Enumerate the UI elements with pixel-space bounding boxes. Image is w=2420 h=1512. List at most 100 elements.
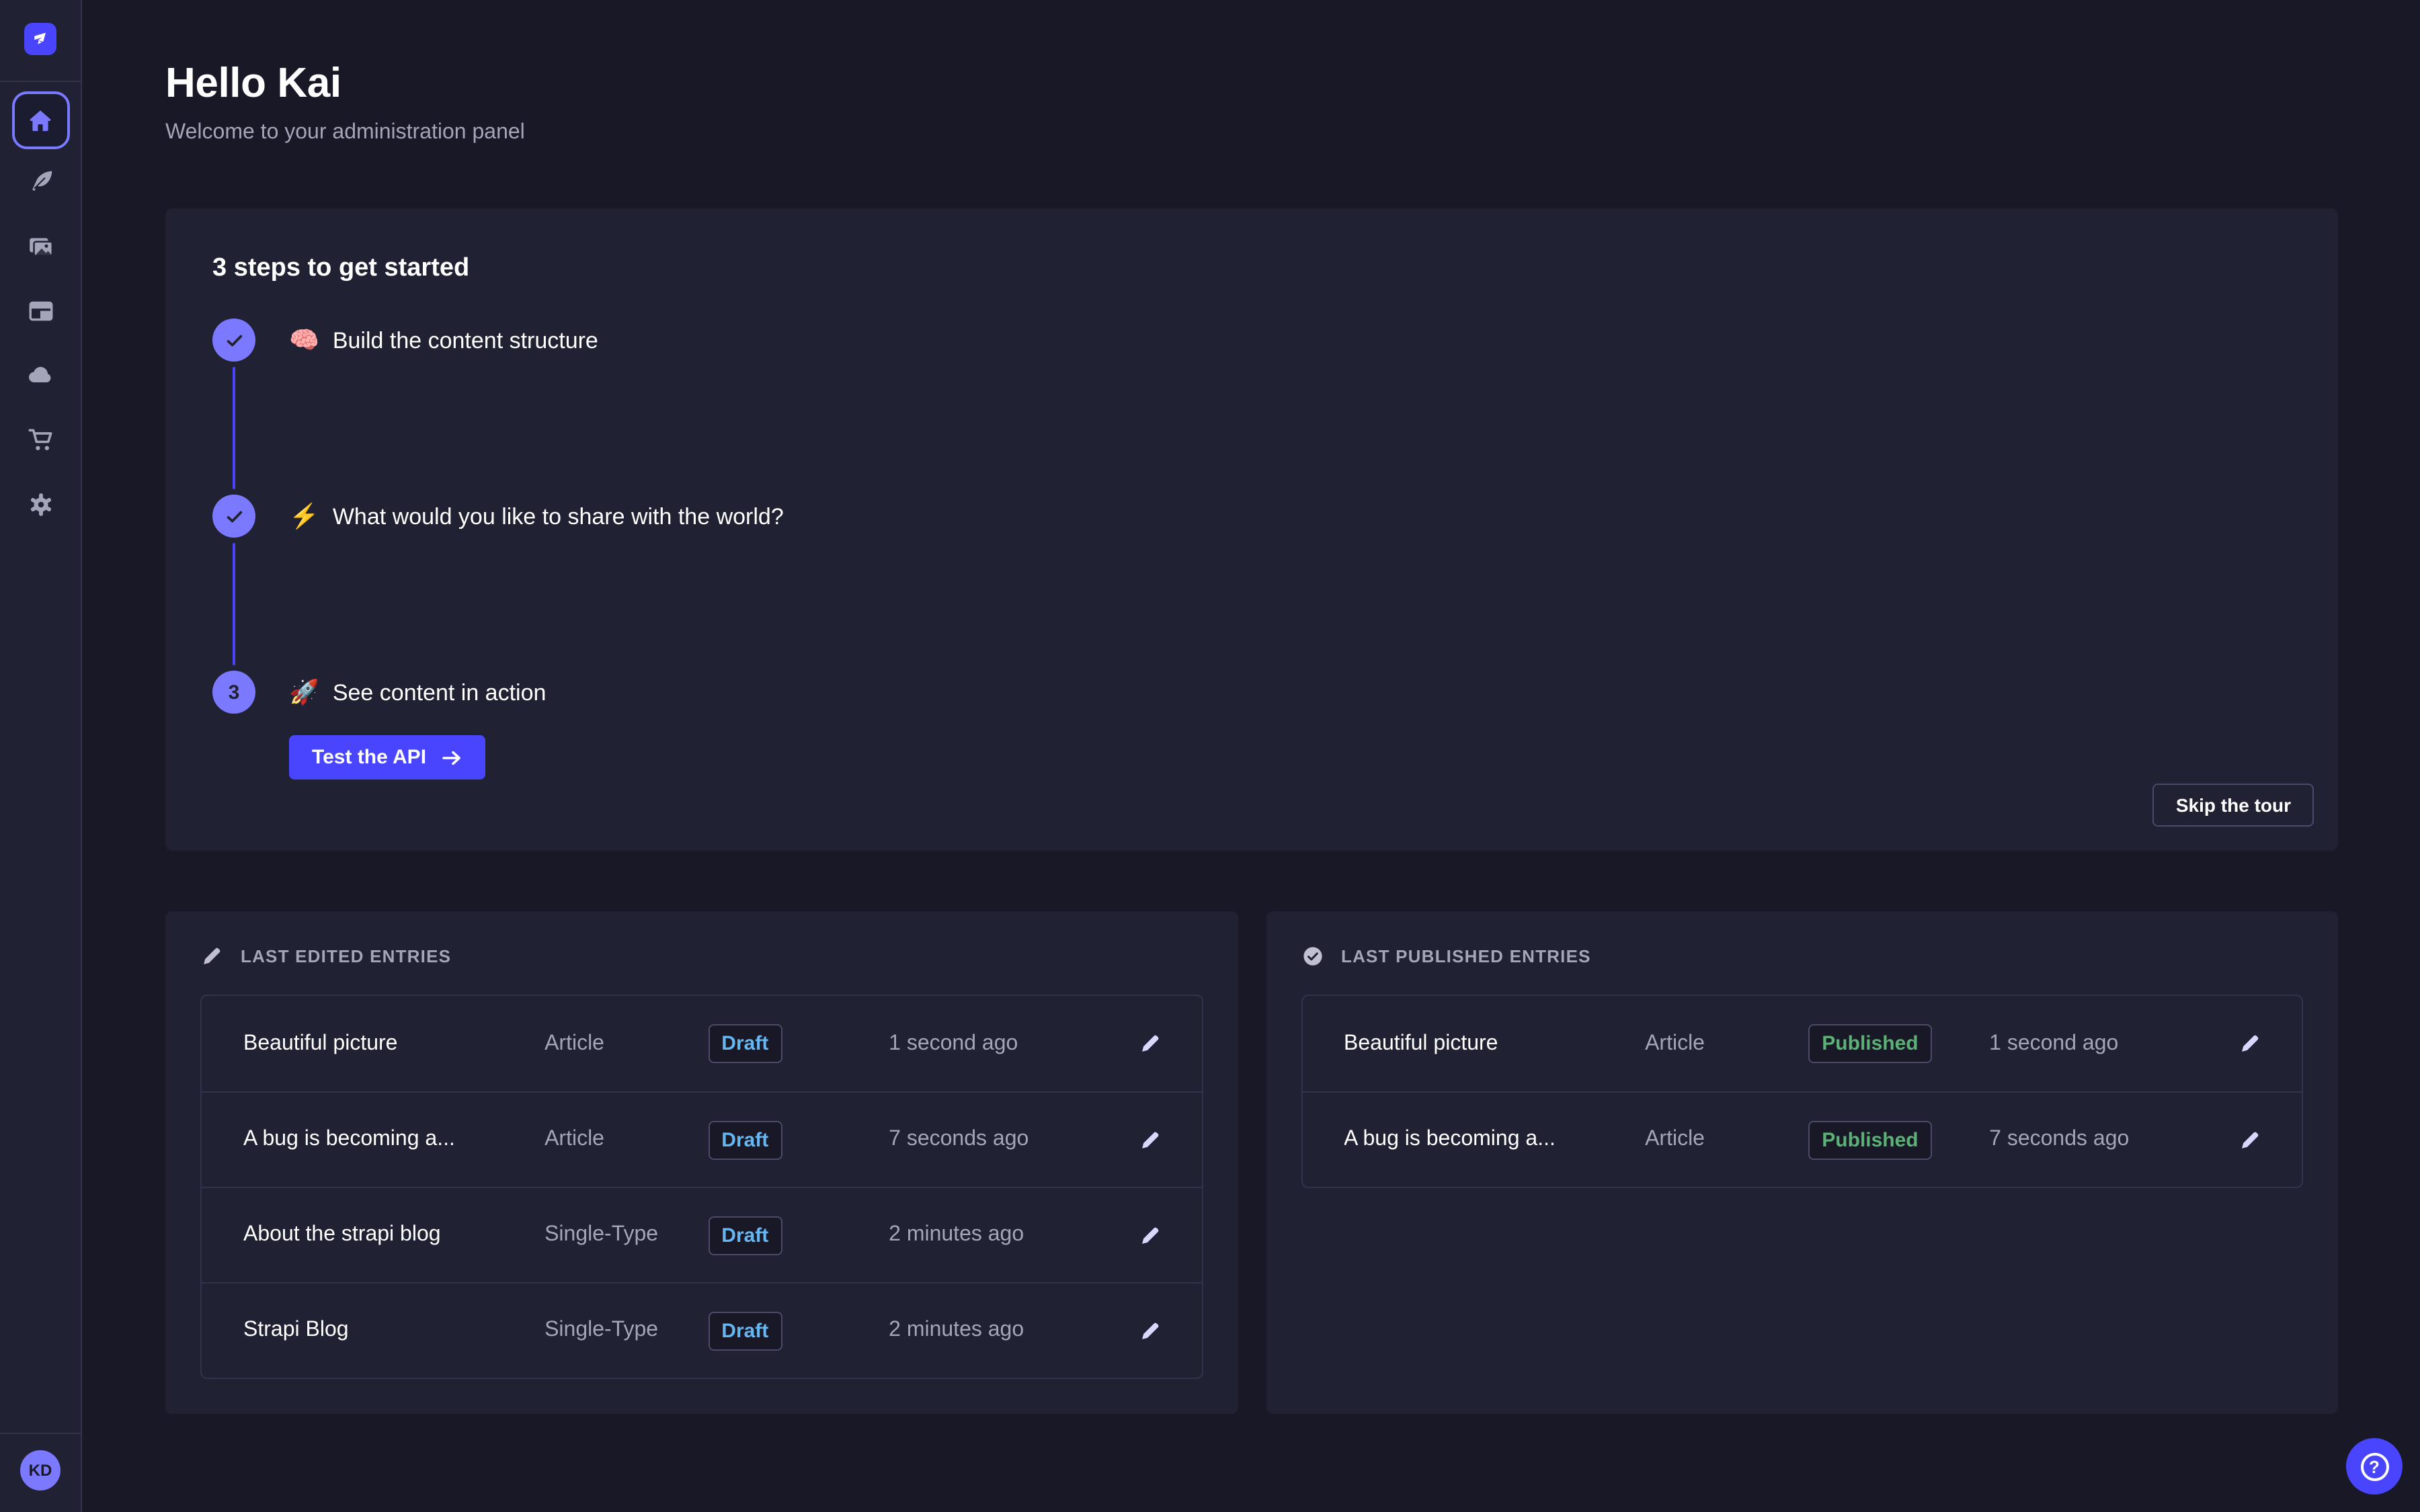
last-published-header: LAST PUBLISHED ENTRIES <box>1301 945 2303 968</box>
entry-kind: Article <box>544 1128 708 1152</box>
table-row: Strapi Blog Single-Type Draft 2 minutes … <box>202 1282 1201 1378</box>
sidebar-item-content-manager[interactable] <box>11 149 70 214</box>
entry-name: Strapi Blog <box>243 1318 544 1343</box>
pencil-icon <box>200 945 223 968</box>
entry-name: Beautiful picture <box>243 1032 544 1056</box>
skip-the-tour-button[interactable]: Skip the tour <box>2153 784 2314 827</box>
entry-name: About the strapi blog <box>243 1223 544 1247</box>
pencil-icon <box>2239 1128 2262 1151</box>
table-row: A bug is becoming a... Article Published… <box>1302 1091 2302 1187</box>
edit-entry-button[interactable] <box>1129 1214 1172 1257</box>
last-edited-table: Beautiful picture Article Draft 1 second… <box>200 995 1203 1379</box>
feather-icon <box>26 167 54 196</box>
lightning-emoji: ⚡ <box>289 503 319 530</box>
status-badge: Published <box>1808 1024 1931 1063</box>
pencil-icon <box>1139 1032 1162 1055</box>
help-button[interactable]: ? <box>2346 1438 2403 1495</box>
test-the-api-button[interactable]: Test the API <box>289 735 485 780</box>
guided-tour-steps: 🧠Build the content structure <box>212 319 2291 780</box>
brain-emoji: 🧠 <box>289 327 319 353</box>
step-1-done-circle <box>212 319 255 362</box>
entry-name: A bug is becoming a... <box>1344 1128 1645 1152</box>
entry-kind: Article <box>544 1032 708 1056</box>
sidebar: KD <box>0 0 82 1512</box>
sidebar-bottom: KD <box>0 1433 81 1512</box>
entry-kind: Single-Type <box>544 1223 708 1247</box>
pencil-icon <box>1139 1319 1162 1342</box>
entries-panels: LAST EDITED ENTRIES Beautiful picture Ar… <box>165 911 2338 1414</box>
step-2-body: ⚡What would you like to share with the w… <box>255 495 784 671</box>
last-edited-title: LAST EDITED ENTRIES <box>241 946 451 966</box>
edit-entry-button[interactable] <box>1129 1022 1172 1065</box>
status-badge: Draft <box>708 1311 782 1350</box>
rocket-emoji: 🚀 <box>289 679 319 706</box>
table-row: About the strapi blog Single-Type Draft … <box>202 1187 1201 1282</box>
step-3-rail: 3 <box>212 671 255 780</box>
strapi-logo-glyph <box>31 30 50 48</box>
entry-kind: Single-Type <box>544 1318 708 1343</box>
step-1-rail <box>212 319 255 495</box>
table-row: Beautiful picture Article Draft 1 second… <box>202 996 1201 1091</box>
home-icon <box>27 107 54 134</box>
gear-icon <box>26 490 54 518</box>
table-row: Beautiful picture Article Published 1 se… <box>1302 996 2302 1091</box>
sidebar-item-media-library[interactable] <box>11 214 70 278</box>
tour-step-3: 3 🚀See content in action Test the API <box>212 671 2291 780</box>
entry-time: 7 seconds ago <box>889 1128 1113 1152</box>
entry-time: 1 second ago <box>889 1032 1113 1056</box>
step-3-label: 🚀See content in action <box>289 671 546 715</box>
sidebar-item-home[interactable] <box>11 91 69 149</box>
step-3-number: 3 <box>229 681 240 704</box>
edit-entry-button[interactable] <box>2229 1022 2272 1065</box>
entry-time: 7 seconds ago <box>1989 1128 2213 1152</box>
step-2-label: ⚡What would you like to share with the w… <box>289 495 784 539</box>
page-subtitle: Welcome to your administration panel <box>165 121 2420 145</box>
sidebar-item-deploy[interactable] <box>11 343 70 407</box>
user-avatar[interactable]: KD <box>20 1450 61 1490</box>
step-connector <box>233 367 235 489</box>
edit-entry-button[interactable] <box>1129 1118 1172 1161</box>
sidebar-nav <box>0 82 81 536</box>
entry-name: Beautiful picture <box>1344 1032 1645 1056</box>
question-circle-icon: ? <box>2360 1452 2388 1480</box>
sidebar-item-content-type-builder[interactable] <box>11 278 70 343</box>
last-published-panel: LAST PUBLISHED ENTRIES Beautiful picture… <box>1266 911 2338 1414</box>
edit-entry-button[interactable] <box>1129 1309 1172 1352</box>
table-row: A bug is becoming a... Article Draft 7 s… <box>202 1091 1201 1187</box>
cloud-icon <box>26 360 55 390</box>
pencil-icon <box>1139 1128 1162 1151</box>
entry-name: A bug is becoming a... <box>243 1128 544 1152</box>
pencil-icon <box>1139 1224 1162 1247</box>
entry-time: 2 minutes ago <box>889 1223 1113 1247</box>
step-3-body: 🚀See content in action Test the API <box>255 671 546 780</box>
step-2-rail <box>212 495 255 671</box>
sidebar-item-settings[interactable] <box>11 472 70 536</box>
sidebar-divider-bottom <box>0 1433 81 1434</box>
edit-entry-button[interactable] <box>2229 1118 2272 1161</box>
step-connector <box>233 543 235 665</box>
status-badge: Draft <box>708 1024 782 1063</box>
status-badge: Published <box>1808 1120 1931 1159</box>
tour-step-2: ⚡What would you like to share with the w… <box>212 495 2291 671</box>
layout-icon <box>26 296 54 325</box>
entry-time: 1 second ago <box>1989 1032 2213 1056</box>
tour-step-1: 🧠Build the content structure <box>212 319 2291 495</box>
entry-kind: Article <box>1645 1128 1808 1152</box>
step-2-done-circle <box>212 495 255 538</box>
media-library-icon <box>26 232 54 260</box>
main-content: Hello Kai Welcome to your administration… <box>82 0 2420 1512</box>
check-icon <box>224 506 244 526</box>
arrow-right-icon <box>441 747 462 768</box>
strapi-logo-icon[interactable] <box>24 23 56 55</box>
sidebar-item-marketplace[interactable] <box>11 407 70 472</box>
step-1-label: 🧠Build the content structure <box>289 319 598 363</box>
step-3-number-circle: 3 <box>212 671 255 714</box>
cart-icon <box>26 425 54 454</box>
check-circle-icon <box>1301 945 1324 968</box>
page-title: Hello Kai <box>165 59 2420 108</box>
check-icon <box>224 330 244 350</box>
last-edited-header: LAST EDITED ENTRIES <box>200 945 1203 968</box>
entry-time: 2 minutes ago <box>889 1318 1113 1343</box>
guided-tour-card: 3 steps to get started 🧠Build the co <box>165 208 2338 851</box>
status-badge: Draft <box>708 1216 782 1255</box>
